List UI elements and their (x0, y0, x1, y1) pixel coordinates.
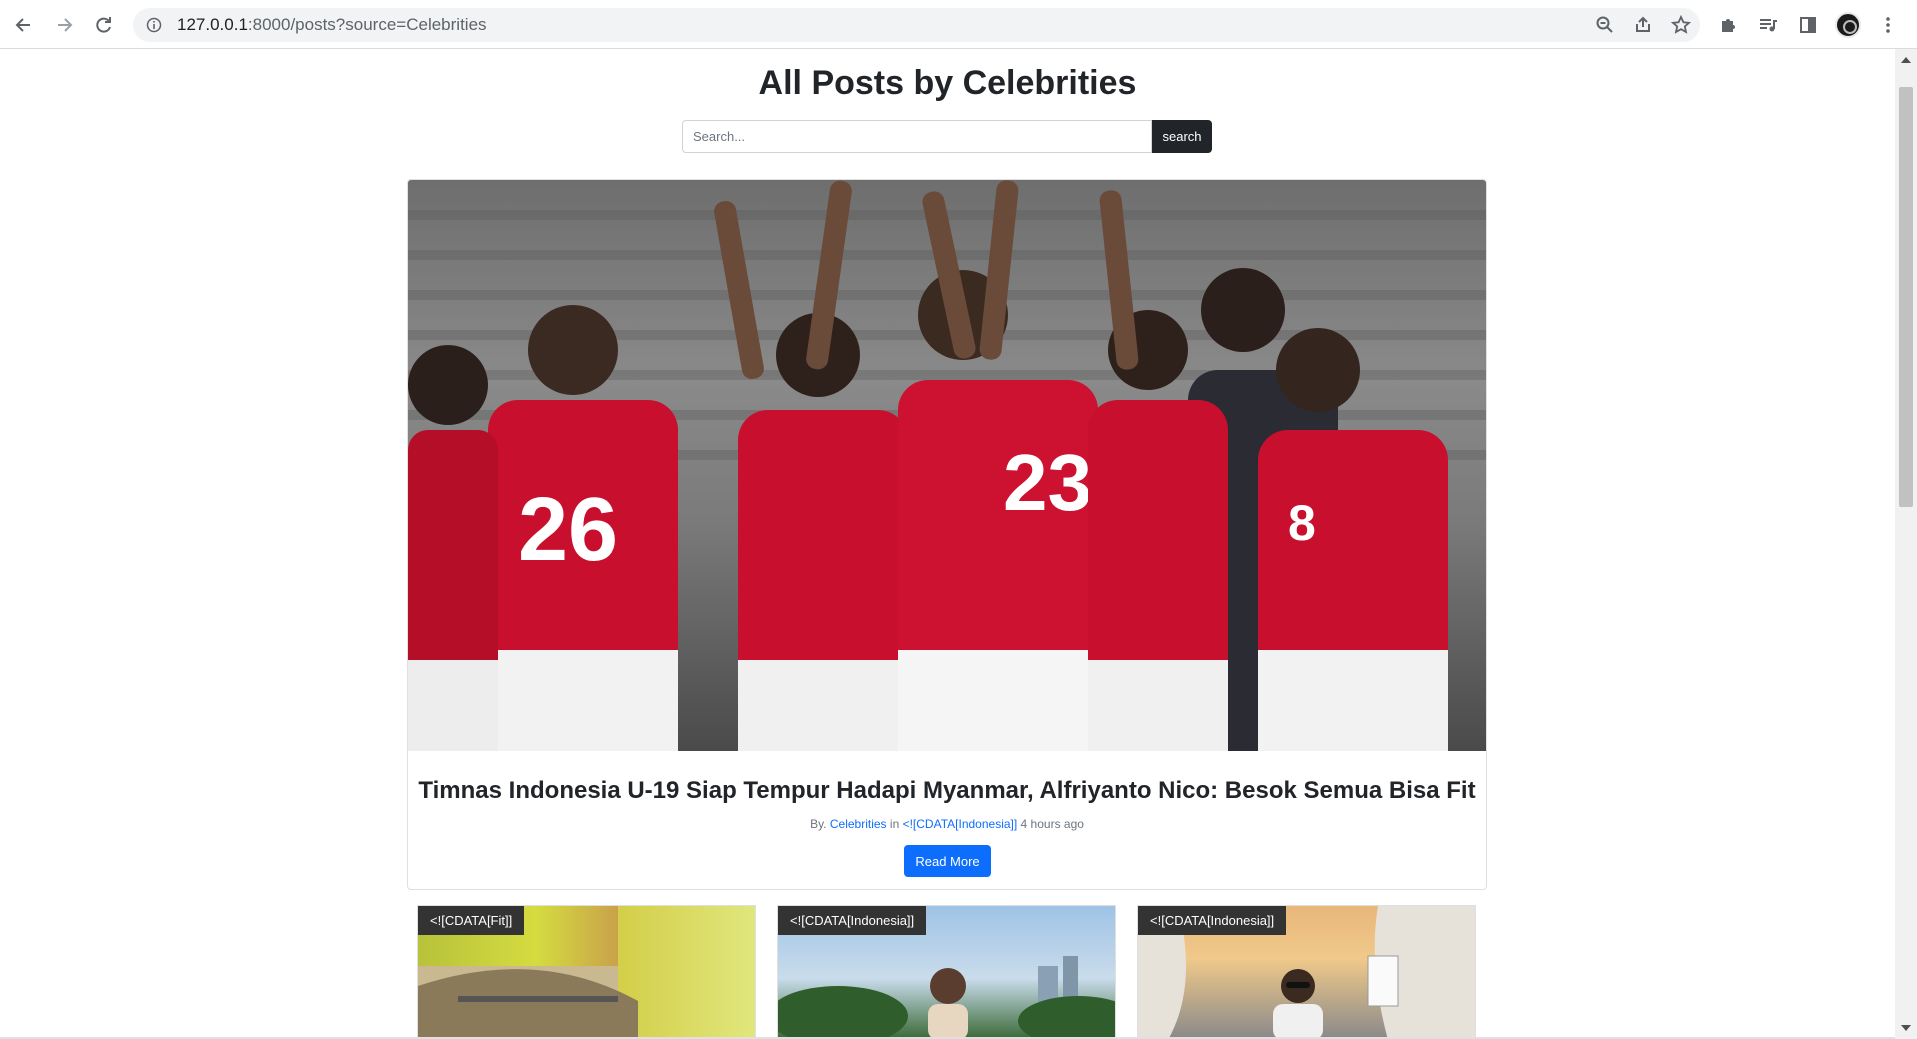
side-panel-icon[interactable] (1795, 12, 1821, 38)
jersey-number: 8 (1288, 495, 1316, 551)
meta-prefix: By. (810, 817, 827, 831)
reload-icon (96, 17, 111, 33)
address-bar[interactable]: 127.0.0.1:8000/posts?source=Celebrities (133, 8, 1700, 42)
zoom-icon[interactable] (1594, 14, 1616, 36)
url-host: 127.0.0.1 (177, 15, 248, 34)
profile-avatar[interactable] (1835, 12, 1861, 38)
page-title: All Posts by Celebrities (758, 64, 1137, 102)
url-path: :8000/posts?source=Celebrities (247, 15, 487, 34)
post-card[interactable]: <![CDATA[Indonesia]] (777, 905, 1116, 1039)
featured-post-card: 26 23 8 Timnas Indonesia U-19 Siap Tempu… (407, 179, 1487, 890)
scroll-up-arrow[interactable] (1901, 57, 1911, 63)
jersey-number: 23 (1003, 438, 1092, 527)
info-icon[interactable] (145, 16, 163, 34)
star-icon[interactable] (1670, 14, 1692, 36)
post-card[interactable]: <![CDATA[Indonesia]] (1137, 905, 1476, 1039)
forward-button[interactable] (49, 10, 79, 40)
post-category-tag[interactable]: <![CDATA[Fit]] (418, 906, 525, 935)
back-button[interactable] (9, 10, 39, 40)
featured-post-image[interactable]: 26 23 8 (408, 180, 1486, 751)
search-button[interactable]: search (1152, 120, 1212, 153)
reload-button[interactable] (89, 10, 119, 40)
arrow-right-icon (58, 18, 73, 32)
url-text[interactable]: 127.0.0.1:8000/posts?source=Celebrities (177, 15, 487, 35)
meta-in: in (889, 817, 900, 831)
read-more-button[interactable]: Read More (904, 845, 991, 877)
share-icon[interactable] (1632, 14, 1654, 36)
search-form: search (682, 120, 1212, 153)
post-category-tag[interactable]: <![CDATA[Indonesia]] (1138, 906, 1287, 935)
search-input[interactable] (682, 120, 1152, 153)
kebab-menu-icon[interactable] (1875, 12, 1901, 38)
scroll-down-arrow[interactable] (1901, 1025, 1911, 1031)
media-queue-icon[interactable] (1755, 12, 1781, 38)
browser-toolbar: 127.0.0.1:8000/posts?source=Celebrities (0, 0, 1917, 49)
arrow-left-icon (15, 18, 30, 32)
jersey-number: 26 (518, 480, 618, 580)
category-link[interactable]: <![CDATA[Indonesia]] (903, 817, 1018, 831)
post-card[interactable]: <![CDATA[Fit]] (417, 905, 756, 1039)
scroll-thumb[interactable] (1899, 87, 1913, 507)
author-link[interactable]: Celebrities (830, 817, 887, 831)
page-scrollbar[interactable] (1895, 49, 1917, 1039)
post-category-tag[interactable]: <![CDATA[Indonesia]] (778, 906, 927, 935)
time-ago: 4 hours ago (1020, 817, 1084, 831)
featured-post-meta: By. Celebrities in <![CDATA[Indonesia]] … (408, 817, 1486, 831)
puzzle-icon[interactable] (1715, 12, 1741, 38)
featured-post-title[interactable]: Timnas Indonesia U-19 Siap Tempur Hadapi… (408, 777, 1486, 805)
